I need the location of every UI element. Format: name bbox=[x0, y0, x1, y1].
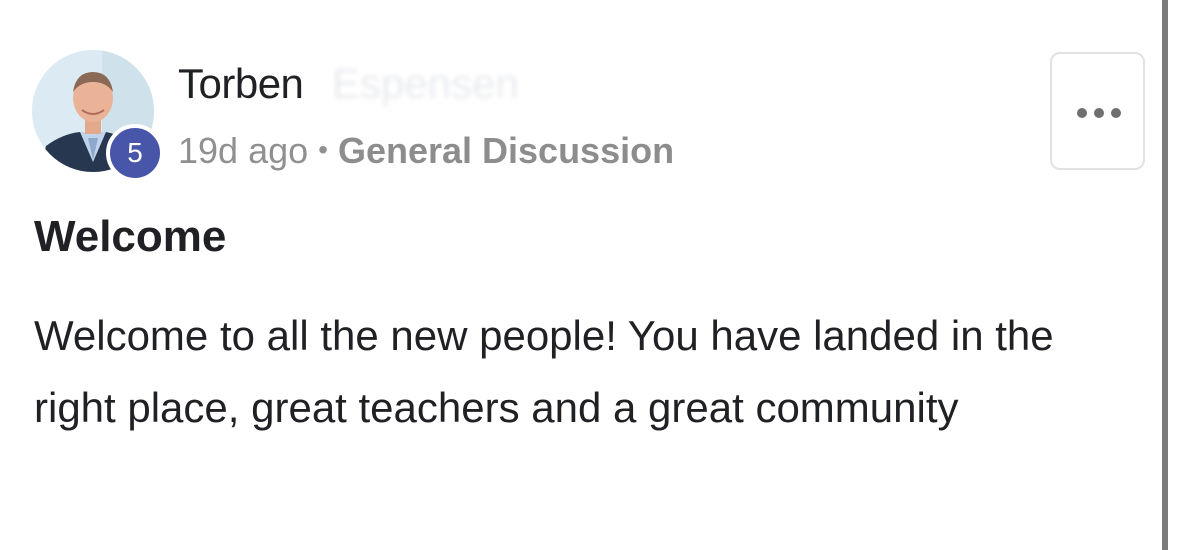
scroll-edge bbox=[1162, 0, 1168, 550]
more-options-button[interactable] bbox=[1050, 52, 1145, 170]
post-meta: 19d ago • General Discussion bbox=[178, 130, 674, 172]
ellipsis-icon bbox=[1077, 108, 1121, 118]
author-surname-blurred: Espensen bbox=[332, 60, 519, 107]
level-badge: 5 bbox=[106, 124, 164, 182]
post-body: Welcome to all the new people! You have … bbox=[34, 312, 1054, 431]
meta-separator: • bbox=[318, 134, 328, 165]
author-name[interactable]: Torben bbox=[178, 60, 304, 108]
post-category-link[interactable]: General Discussion bbox=[338, 130, 674, 171]
community-post: 5 Torben Espensen 19d ago • General Discus… bbox=[0, 0, 1160, 550]
post-time: 19d ago bbox=[178, 130, 309, 171]
post-title[interactable]: Welcome bbox=[34, 212, 226, 262]
author-avatar-group[interactable]: 5 bbox=[32, 50, 164, 182]
